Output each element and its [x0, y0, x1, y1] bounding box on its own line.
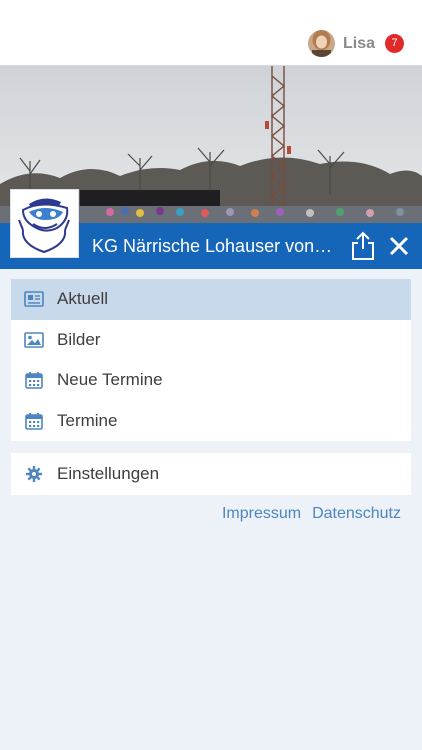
menu-item-label: Bilder — [57, 329, 101, 349]
menu-item-termine[interactable]: Termine — [11, 401, 411, 442]
newspaper-icon — [24, 290, 44, 308]
close-icon — [389, 236, 409, 256]
menu-item-label: Aktuell — [57, 289, 109, 309]
menu-item-label: Neue Termine — [57, 370, 163, 390]
gear-icon — [24, 465, 44, 483]
image-icon — [24, 331, 44, 349]
share-button[interactable] — [350, 231, 376, 261]
footer-links: Impressum Datenschutz — [211, 505, 401, 523]
navigation-menu: Aktuell Bilder Neue Termine Termine — [11, 279, 411, 441]
menu-item-bilder[interactable]: Bilder — [11, 320, 411, 361]
share-icon — [352, 231, 374, 260]
notification-badge[interactable]: 7 — [385, 34, 404, 53]
username[interactable]: Lisa — [343, 35, 375, 53]
calendar-icon — [24, 412, 44, 430]
menu-item-einstellungen[interactable]: Einstellungen — [11, 453, 411, 495]
impressum-link[interactable]: Impressum — [222, 505, 301, 523]
user-menu[interactable]: Lisa 7 — [307, 30, 404, 57]
avatar[interactable] — [307, 30, 335, 57]
club-logo — [10, 189, 79, 258]
settings-menu: Einstellungen — [11, 453, 411, 495]
calendar-icon — [24, 371, 44, 390]
top-bar: Lisa 7 — [0, 0, 422, 66]
menu-item-label: Termine — [57, 410, 118, 430]
club-name: KG Närrische Lohauser von 2... — [92, 236, 337, 256]
menu-item-neue-termine[interactable]: Neue Termine — [11, 360, 411, 401]
menu-item-label: Einstellungen — [57, 464, 160, 483]
close-button[interactable] — [388, 235, 410, 257]
menu-item-aktuell[interactable]: Aktuell — [11, 279, 411, 320]
datenschutz-link[interactable]: Datenschutz — [312, 505, 401, 523]
